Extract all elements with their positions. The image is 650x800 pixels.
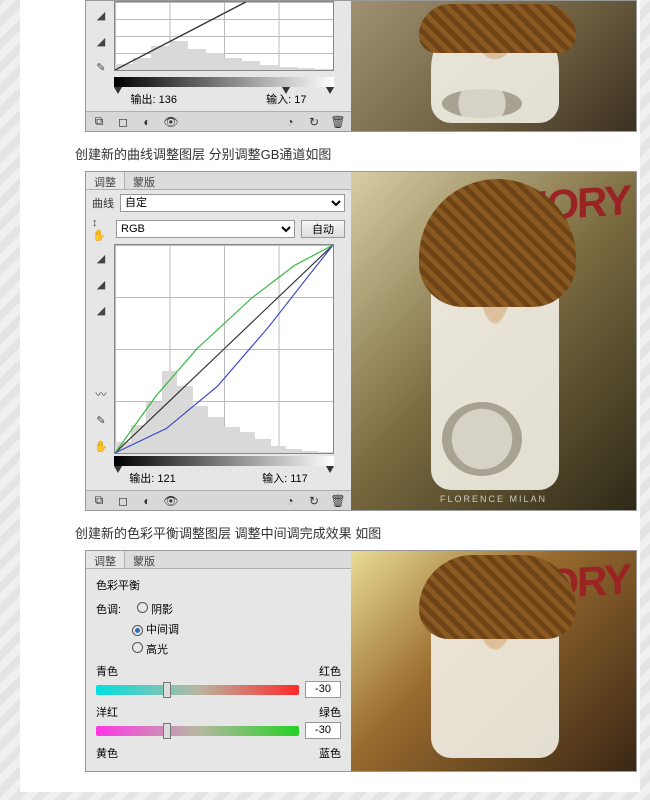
trash-icon[interactable]: 🗑 (331, 115, 345, 129)
eyedropper-white-icon[interactable]: ◢ (93, 7, 109, 23)
reset-icon[interactable]: ↻ (307, 115, 321, 129)
preview-1 (351, 1, 636, 131)
clip-icon[interactable]: ⧉ (92, 494, 106, 508)
cyan-red-slider[interactable] (96, 685, 299, 695)
tone-label: 色调: (96, 601, 121, 617)
green-label: 绿色 (319, 704, 341, 720)
magenta-label: 洋红 (96, 704, 118, 720)
blue-label: 蓝色 (319, 745, 341, 761)
radio-midtones[interactable] (132, 625, 143, 636)
step2-caption: 创建新的曲线调整图层 分别调整GB通道如图 (75, 144, 640, 163)
hand-icon[interactable]: ✋ (93, 438, 109, 454)
eyedrop-gray-icon[interactable]: ◢ (93, 276, 109, 292)
io-readout-2: 输出: 121 输入: 117 (86, 466, 351, 490)
color-balance-panel: 调整 蒙版 色彩平衡 色调: 阴影 中间调 高光 青色 (86, 551, 351, 771)
input-gradient[interactable] (114, 77, 334, 87)
auto-button[interactable]: 自动 (301, 220, 345, 238)
smooth-curve-icon[interactable]: 〰 (93, 386, 109, 402)
curves-block-2: 调整 蒙版 曲线 自定 ↕✋ RGB 自动 ◢ ◢ ◢ (85, 171, 637, 511)
eyedrop-white-icon[interactable]: ◢ (93, 302, 109, 318)
new-adjust-icon[interactable]: ◻ (116, 494, 130, 508)
tab-adjust-3[interactable]: 调整 (86, 551, 125, 568)
reset-icon[interactable]: ↻ (307, 494, 321, 508)
curve-graph-1[interactable] (114, 1, 334, 71)
curves-preset-select[interactable]: 自定 (120, 194, 345, 212)
preview-2: HORY FLORENCE MILAN (351, 172, 636, 510)
eyedropper-gray-icon[interactable]: ◢ (93, 33, 109, 49)
trash-icon[interactable]: 🗑 (331, 494, 345, 508)
preset-label: 曲线 (92, 195, 114, 211)
pencil-curve-icon[interactable]: ✎ (93, 412, 109, 428)
pencil-icon[interactable]: ✎ (93, 59, 109, 75)
new-adjust-icon[interactable]: ◻ (116, 115, 130, 129)
brand-strip: FLORENCE MILAN (351, 494, 636, 504)
curve-graph-2[interactable] (114, 244, 334, 454)
target-adjust-icon[interactable]: ↕✋ (92, 221, 110, 237)
color-balance-title: 色彩平衡 (96, 577, 341, 593)
yellow-label: 黄色 (96, 745, 118, 761)
magenta-green-slider[interactable] (96, 726, 299, 736)
color-balance-block: 调整 蒙版 色彩平衡 色调: 阴影 中间调 高光 青色 (85, 550, 637, 772)
prev-state-icon[interactable]: ◔ (283, 494, 297, 508)
tab-mask-3[interactable]: 蒙版 (125, 551, 163, 568)
cyan-label: 青色 (96, 663, 118, 679)
curves-panel-2: 调整 蒙版 曲线 自定 ↕✋ RGB 自动 ◢ ◢ ◢ (86, 172, 351, 510)
panel-tabs-2: 调整 蒙版 (86, 172, 351, 190)
visibility-icon[interactable]: 👁 (164, 494, 178, 508)
magenta-green-value[interactable]: -30 (305, 722, 341, 739)
mask-circle-icon[interactable]: ◐ (140, 115, 154, 129)
input-gradient-2[interactable] (114, 456, 334, 466)
prev-state-icon[interactable]: ◔ (283, 115, 297, 129)
mask-circle-icon[interactable]: ◐ (140, 494, 154, 508)
curves-panel-1: ◢ ◢ ✎ 输出: 13 (86, 1, 351, 131)
clip-icon[interactable]: ⧉ (92, 115, 106, 129)
tab-mask[interactable]: 蒙版 (125, 172, 163, 189)
tab-adjust[interactable]: 调整 (86, 172, 125, 189)
io-readout-1: 输出: 136 输入: 17 (86, 87, 351, 111)
curves-block-1: ◢ ◢ ✎ 输出: 13 (85, 0, 637, 132)
panel-bottom-bar-1: ⧉ ◻ ◐ 👁 ◔ ↻ 🗑 (86, 111, 351, 131)
panel-bottom-bar-2: ⧉ ◻ ◐ 👁 ◔ ↻ 🗑 (86, 490, 351, 510)
step3-caption: 创建新的色彩平衡调整图层 调整中间调完成效果 如图 (75, 523, 640, 542)
preview-3: HORY (351, 551, 636, 771)
red-label: 红色 (319, 663, 341, 679)
eyedrop-black-icon[interactable]: ◢ (93, 250, 109, 266)
radio-highlights[interactable] (132, 642, 143, 653)
channel-select[interactable]: RGB (116, 220, 295, 238)
cyan-red-value[interactable]: -30 (305, 681, 341, 698)
radio-shadows[interactable] (137, 602, 148, 613)
visibility-icon[interactable]: 👁 (164, 115, 178, 129)
